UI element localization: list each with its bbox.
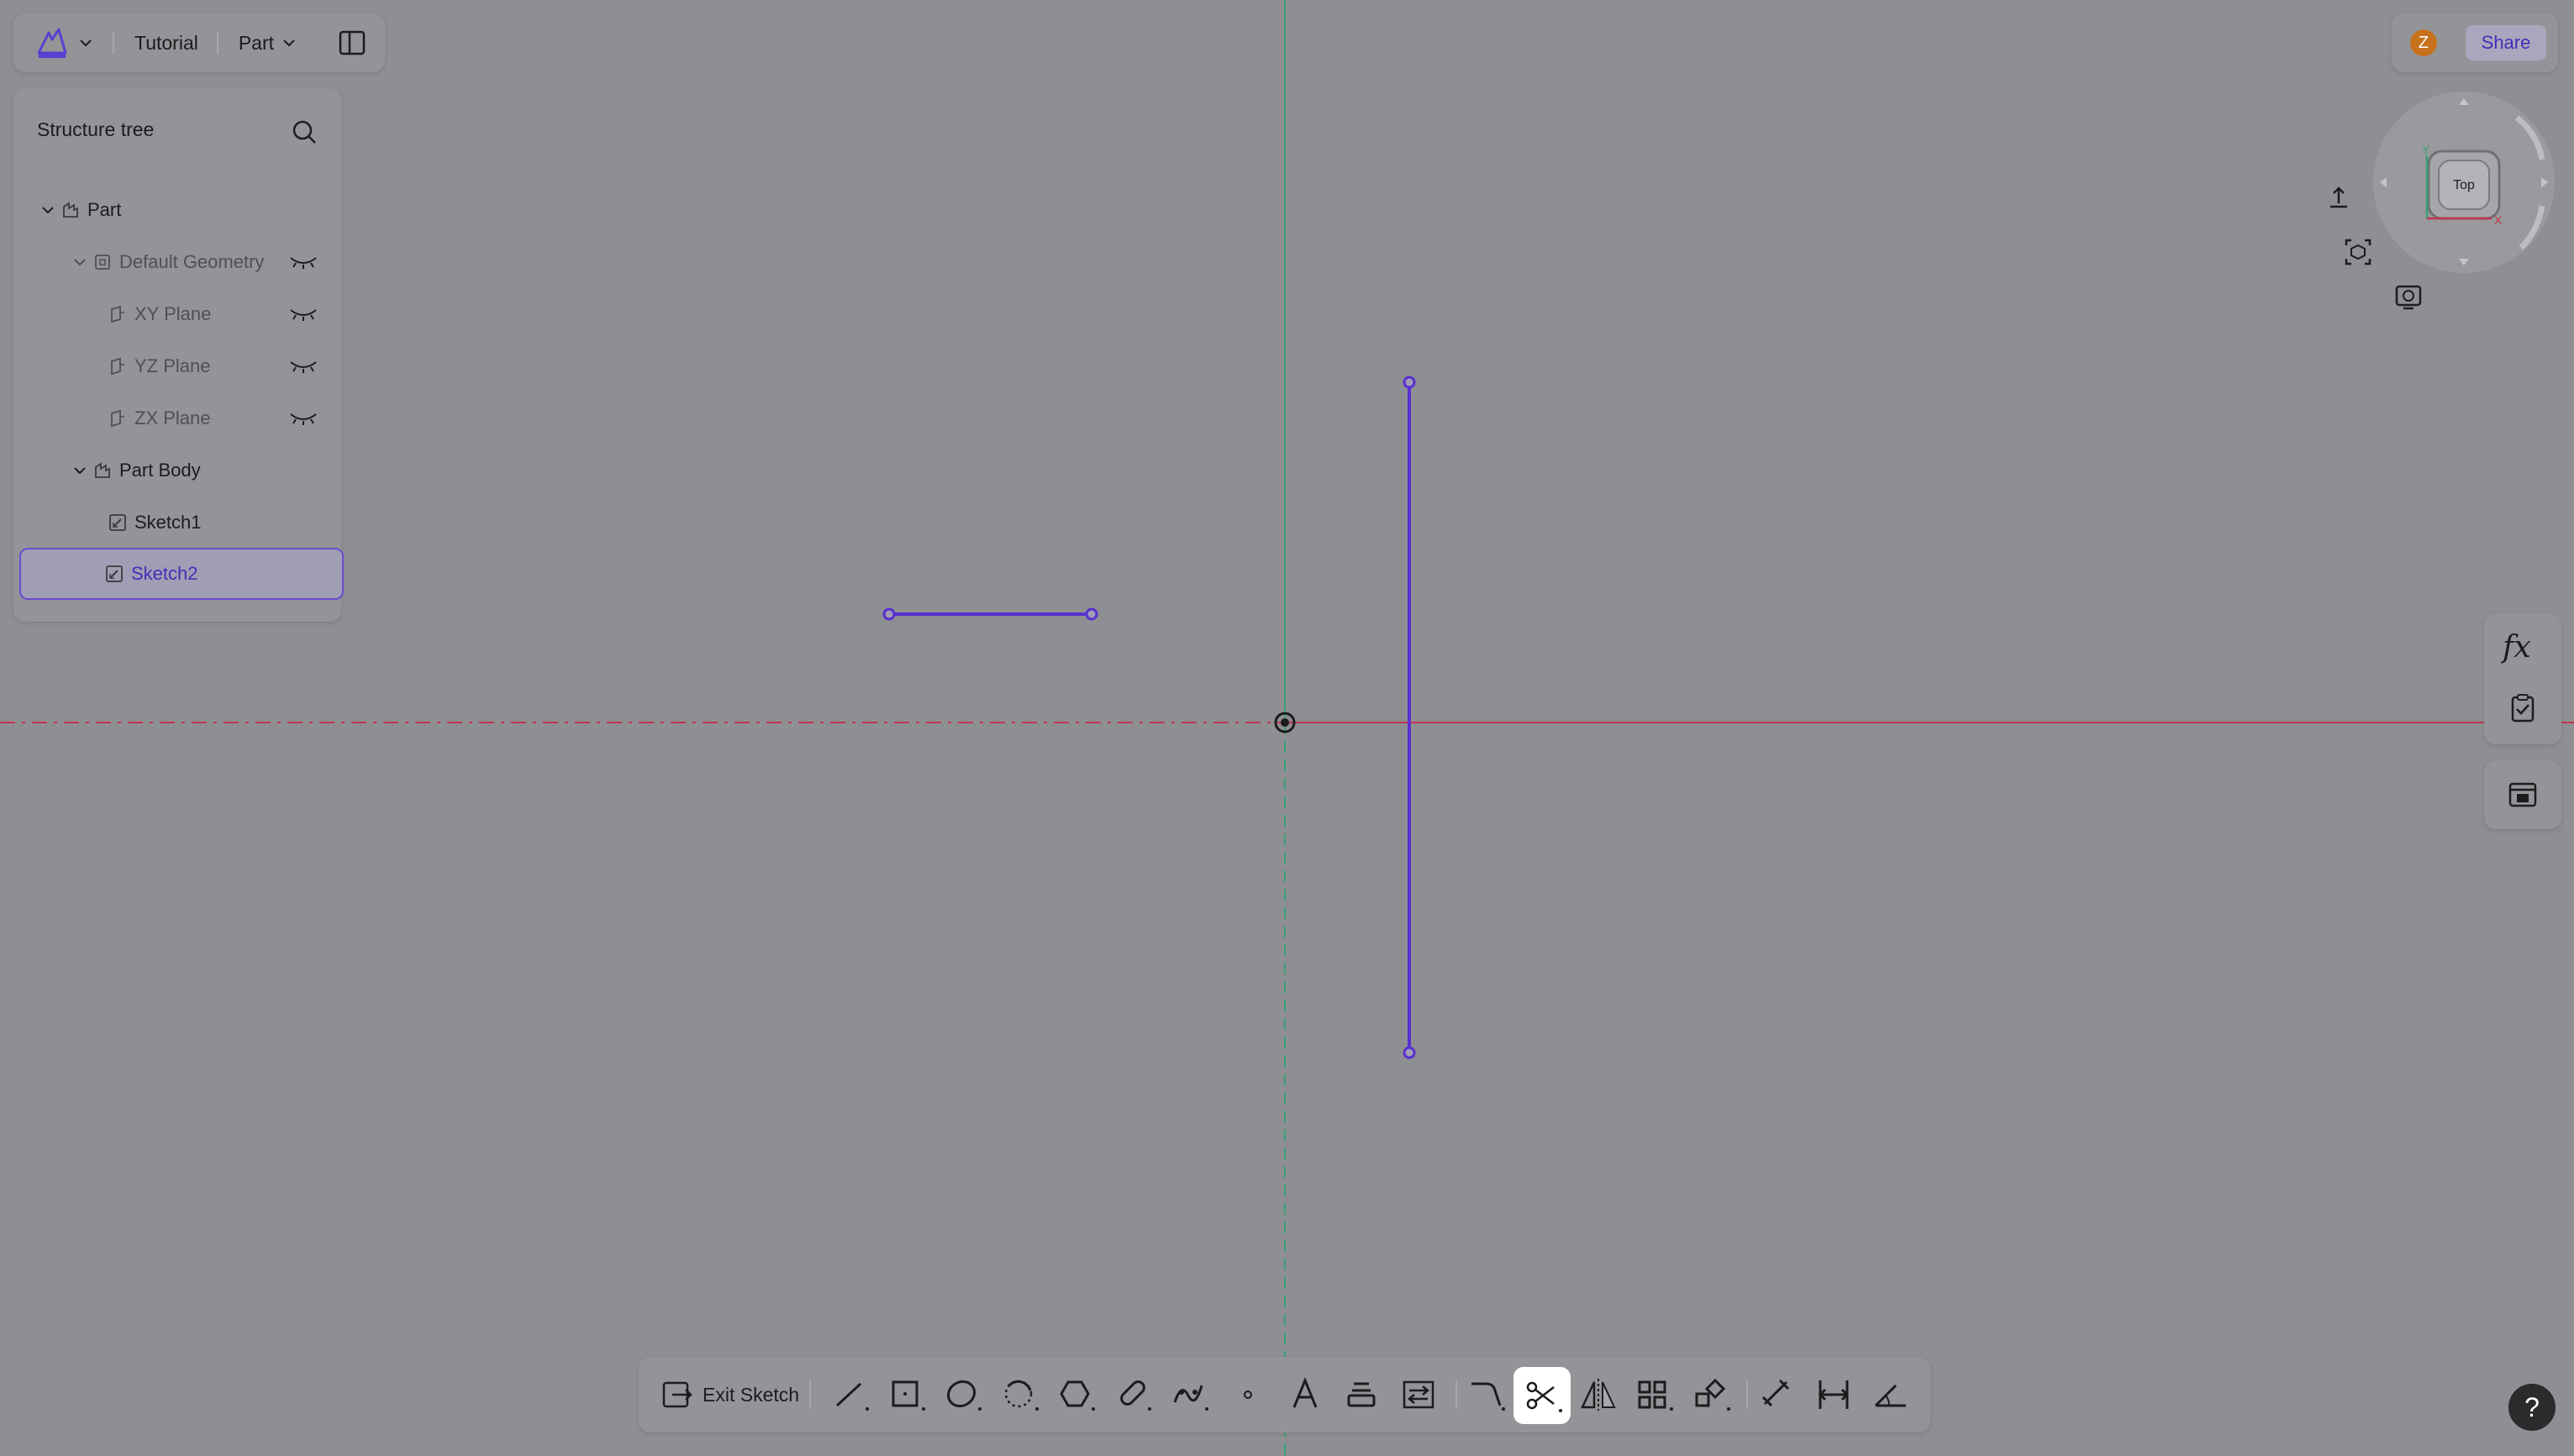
angle-tool-icon[interactable]	[1871, 1374, 1913, 1416]
help-button[interactable]: ?	[2508, 1384, 2556, 1431]
search-icon[interactable]	[291, 118, 318, 145]
line-tool-icon[interactable]	[830, 1374, 872, 1416]
tree-item-sketch2[interactable]: Sketch2	[19, 548, 344, 600]
checklist-icon[interactable]	[2507, 692, 2539, 724]
line-endpoint[interactable]	[1085, 607, 1098, 621]
mode-dropdown-label: Part	[238, 31, 275, 54]
point-tool-icon[interactable]	[1227, 1374, 1269, 1416]
tree-item-yz-plane[interactable]: YZ Plane	[18, 341, 334, 392]
polygon-tool-icon[interactable]	[1056, 1374, 1098, 1416]
tree-item-zx-plane[interactable]: ZX Plane	[18, 393, 334, 444]
tree-item-label: Part Body	[119, 460, 201, 481]
share-button[interactable]: Share	[2466, 25, 2546, 60]
origin-dot	[1281, 718, 1289, 727]
tree-item-label: ZX Plane	[134, 407, 211, 428]
plane-icon	[111, 409, 124, 428]
app-logo-icon	[37, 28, 67, 58]
part-icon	[63, 202, 78, 218]
divider	[216, 32, 218, 54]
hidden-eye-icon[interactable]	[289, 411, 318, 426]
divider	[113, 32, 114, 54]
formula-icon[interactable]: fx	[2503, 630, 2531, 665]
spline-tool-icon[interactable]	[1170, 1374, 1212, 1416]
tree-item-part-body[interactable]: Part Body	[18, 445, 334, 496]
right-table-panel	[2484, 760, 2561, 829]
panel-toggle-icon[interactable]	[338, 29, 366, 57]
trim-tool-icon	[1526, 1381, 1562, 1412]
sketch-canvas[interactable]	[0, 0, 2574, 1456]
top-bar: Tutorial Part	[13, 13, 385, 72]
avatar[interactable]: Z	[2410, 29, 2437, 56]
sketch-icon	[106, 565, 123, 582]
line-endpoint[interactable]	[1403, 376, 1416, 389]
table-view-icon[interactable]	[2507, 779, 2539, 811]
right-tools-panel: fx	[2484, 613, 2561, 744]
dimension-tool-icon[interactable]	[1756, 1374, 1798, 1416]
share-bar: Z Share	[2392, 13, 2558, 72]
sketch-icon	[109, 514, 126, 531]
axis-x-label: X	[2494, 213, 2503, 227]
plane-icon	[111, 357, 124, 376]
mode-dropdown[interactable]: Part	[239, 32, 297, 55]
line-endpoint[interactable]	[882, 607, 896, 621]
circle-tool-icon[interactable]	[943, 1374, 985, 1416]
fit-view-icon[interactable]	[2343, 237, 2373, 267]
exit-sketch-label: Exit Sketch	[703, 1383, 800, 1406]
tree-item-label: Sketch1	[134, 512, 202, 533]
tree-item-label: Part	[87, 199, 122, 220]
home-view-icon[interactable]	[2324, 183, 2354, 213]
toolbar-divider	[809, 1380, 811, 1409]
axis-y-label: Y	[2422, 143, 2430, 156]
display-mode-icon[interactable]	[2393, 282, 2424, 313]
toolbar-divider	[1455, 1380, 1457, 1409]
tree-item-default-geometry[interactable]: Default Geometry	[18, 237, 334, 287]
chevron-down-icon[interactable]	[40, 202, 55, 218]
line-endpoint[interactable]	[1403, 1046, 1416, 1059]
exit-sketch-button[interactable]: Exit Sketch	[661, 1377, 799, 1412]
rectangle-tool-icon[interactable]	[887, 1374, 929, 1416]
sketch-toolbar: Exit Sketch	[639, 1357, 1930, 1432]
tree-item-sketch1[interactable]: Sketch1	[18, 497, 334, 548]
tree-item-label: Default Geometry	[119, 251, 265, 272]
structure-tree-title: Structure tree	[37, 118, 155, 140]
chevron-down-icon[interactable]	[72, 255, 87, 270]
chevron-down-icon	[283, 39, 295, 47]
navcube-svg: Y X Top	[2373, 92, 2555, 273]
hidden-eye-icon[interactable]	[289, 307, 318, 322]
tree-item-xy-plane[interactable]: XY Plane	[18, 289, 334, 339]
chevron-down-icon[interactable]	[72, 463, 87, 478]
tree-item-part[interactable]: Part	[18, 185, 334, 235]
constraint-tool-icon[interactable]	[1813, 1374, 1855, 1416]
hidden-eye-icon[interactable]	[289, 255, 318, 270]
exit-sketch-icon	[662, 1381, 692, 1408]
pattern-tool-icon[interactable]	[1634, 1374, 1677, 1416]
hidden-eye-icon[interactable]	[289, 359, 318, 374]
mirror-tool-icon[interactable]	[1577, 1374, 1619, 1416]
canvas-svg	[0, 0, 2574, 1456]
tree-item-label: YZ Plane	[134, 355, 211, 376]
project-tool-icon[interactable]	[1340, 1374, 1382, 1416]
toolbar-divider	[1746, 1380, 1748, 1409]
trim-tool-button[interactable]	[1513, 1367, 1571, 1424]
arc-tool-icon[interactable]	[1000, 1374, 1042, 1416]
slot-tool-icon[interactable]	[1113, 1374, 1155, 1416]
project-title[interactable]: Tutorial	[134, 32, 198, 55]
text-tool-icon[interactable]	[1284, 1374, 1326, 1416]
tree-item-label: Sketch2	[131, 563, 198, 584]
part-body-icon	[95, 462, 110, 478]
structure-tree-panel: Structure tree Part Default Geometry XY …	[13, 88, 344, 622]
view-navigator[interactable]: Y X Top	[2370, 88, 2563, 290]
app-menu-button[interactable]	[34, 22, 94, 64]
tree-item-label: XY Plane	[134, 303, 212, 324]
convert-tool-icon[interactable]	[1398, 1374, 1440, 1416]
cube-face-label[interactable]: Top	[2453, 178, 2475, 192]
geometry-folder-icon	[95, 255, 110, 270]
chevron-down-icon	[80, 39, 92, 47]
fillet-tool-icon[interactable]	[1466, 1374, 1508, 1416]
transform-tool-icon[interactable]	[1692, 1374, 1734, 1416]
plane-icon	[111, 305, 124, 323]
